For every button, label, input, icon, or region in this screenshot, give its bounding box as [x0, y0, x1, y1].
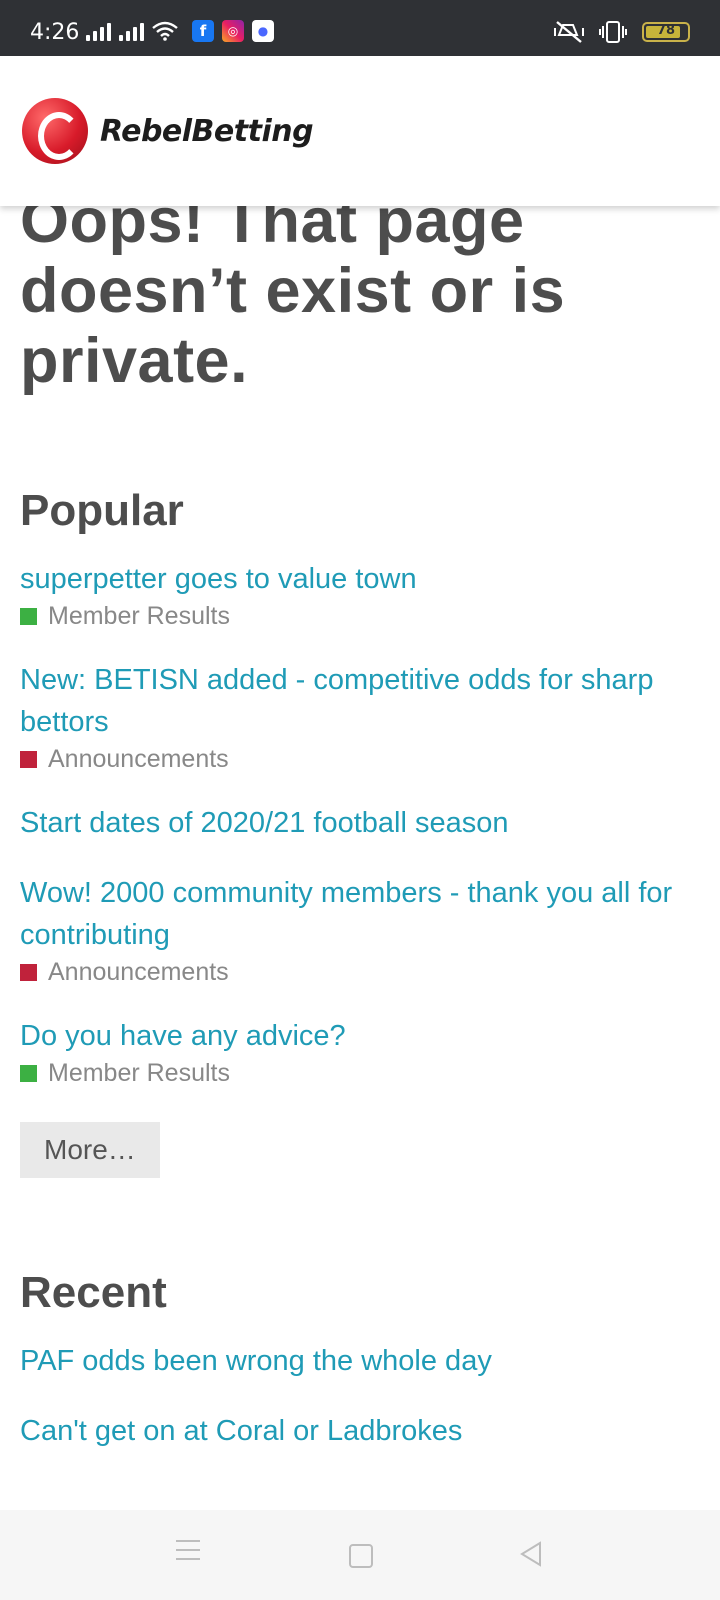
- topic-item: superpetter goes to value town Member Re…: [20, 558, 700, 631]
- category-swatch: [20, 1065, 37, 1082]
- category-swatch: [20, 751, 37, 768]
- topic-item: PAF odds been wrong the whole day: [20, 1340, 700, 1382]
- battery-icon: 78: [642, 22, 690, 42]
- topic-link[interactable]: Wow! 2000 community members - thank you …: [20, 872, 700, 956]
- vibrate-icon: [599, 21, 627, 43]
- category-name: Member Results: [48, 1059, 230, 1087]
- topic-item: Do you have any advice? Member Results: [20, 1015, 700, 1088]
- back-icon[interactable]: [518, 1540, 544, 1568]
- topic-link[interactable]: Do you have any advice?: [20, 1015, 700, 1057]
- logo-icon: [22, 98, 88, 164]
- instagram-icon: ◎: [222, 20, 244, 42]
- topic-link[interactable]: Can't get on at Coral or Ladbrokes: [20, 1410, 700, 1452]
- signal-icon: [119, 21, 144, 41]
- topic-category[interactable]: Announcements: [20, 958, 700, 987]
- topic-item: Wow! 2000 community members - thank you …: [20, 872, 700, 987]
- status-bar: 4:26 f ◎ ● 78: [0, 0, 720, 56]
- topic-category[interactable]: Announcements: [20, 745, 700, 774]
- category-swatch: [20, 608, 37, 625]
- popular-heading: Popular: [20, 486, 184, 535]
- topic-category[interactable]: Member Results: [20, 1059, 700, 1088]
- wifi-icon: [152, 21, 178, 41]
- mute-icon: [554, 21, 584, 43]
- status-right-icons: 78: [554, 20, 690, 44]
- system-nav-bar: [0, 1510, 720, 1600]
- topic-link[interactable]: New: BETISN added - competitive odds for…: [20, 659, 700, 743]
- menu-icon[interactable]: [176, 1540, 200, 1567]
- facebook-icon: f: [192, 20, 214, 42]
- main-content: Oops! That page doesn’t exist or is priv…: [20, 186, 700, 1480]
- site-logo[interactable]: RebelBetting: [22, 98, 314, 164]
- battery-percent: 78: [656, 23, 676, 38]
- topic-link[interactable]: PAF odds been wrong the whole day: [20, 1340, 700, 1382]
- messenger-icon: ●: [252, 20, 274, 42]
- page-title: Oops! That page doesn’t exist or is priv…: [20, 186, 566, 396]
- site-header: RebelBetting: [0, 56, 720, 206]
- logo-text: RebelBetting: [100, 113, 314, 149]
- topic-link[interactable]: Start dates of 2020/21 football season: [20, 802, 700, 844]
- category-name: Announcements: [48, 958, 229, 986]
- popular-topic-list: superpetter goes to value town Member Re…: [20, 558, 700, 1088]
- recent-heading: Recent: [20, 1268, 167, 1317]
- signal-icon: [86, 21, 111, 41]
- status-left-icons: f ◎ ●: [86, 20, 274, 42]
- topic-category[interactable]: Member Results: [20, 602, 700, 631]
- topic-item: New: BETISN added - competitive odds for…: [20, 659, 700, 774]
- topic-item: Start dates of 2020/21 football season: [20, 802, 700, 844]
- topic-link[interactable]: superpetter goes to value town: [20, 558, 700, 600]
- recent-topic-list: PAF odds been wrong the whole day Can't …: [20, 1340, 700, 1452]
- home-icon[interactable]: [349, 1544, 373, 1568]
- category-name: Announcements: [48, 745, 229, 773]
- status-time: 4:26: [30, 20, 80, 45]
- topic-item: Can't get on at Coral or Ladbrokes: [20, 1410, 700, 1452]
- category-swatch: [20, 964, 37, 981]
- category-name: Member Results: [48, 602, 230, 630]
- more-button[interactable]: More…: [20, 1122, 160, 1178]
